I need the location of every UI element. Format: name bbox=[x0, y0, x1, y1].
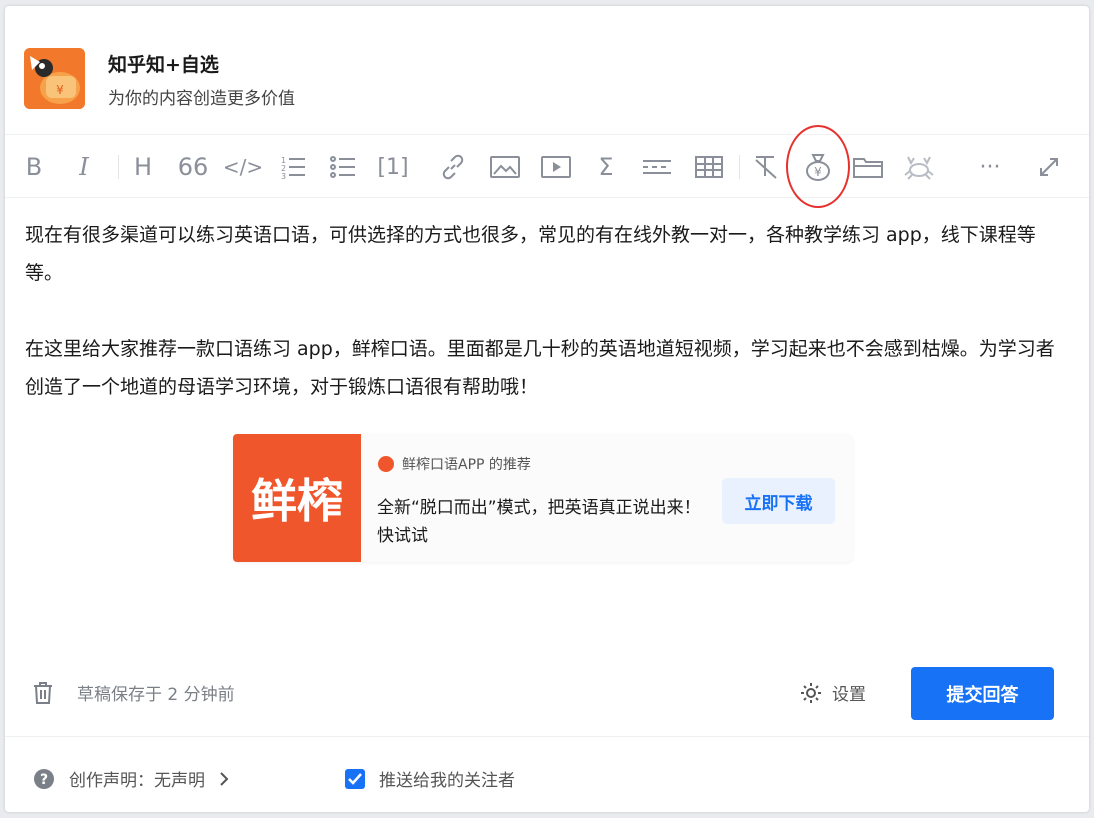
footnote-button[interactable]: [1] bbox=[373, 148, 413, 186]
table-button[interactable] bbox=[689, 148, 729, 186]
expand-button[interactable] bbox=[1029, 148, 1069, 186]
heading-button[interactable]: H bbox=[123, 148, 163, 186]
toolbar-separator bbox=[739, 155, 740, 179]
help-icon: ? bbox=[34, 768, 54, 789]
money-bag-icon: ¥ bbox=[806, 154, 830, 181]
paragraph: 现在有很多渠道可以练习英语口语，可供选择的方式也很多，常见的有在线外教一对一，各… bbox=[25, 224, 1036, 284]
ordered-list-button[interactable]: 123 bbox=[273, 148, 313, 186]
expand-icon bbox=[1040, 158, 1058, 176]
editor-header: ¥ 知乎知+自选 为你的内容创造更多价值 bbox=[5, 6, 1089, 134]
push-checkbox[interactable] bbox=[345, 768, 365, 789]
more-icon: ··· bbox=[979, 154, 1001, 180]
image-button[interactable] bbox=[485, 148, 525, 186]
formula-icon: Σ bbox=[598, 153, 614, 181]
chevron-right-icon bbox=[220, 771, 229, 786]
footer-divider bbox=[5, 736, 1089, 737]
trash-icon[interactable] bbox=[33, 681, 53, 704]
crab-icon bbox=[904, 156, 934, 180]
italic-icon: I bbox=[79, 153, 89, 181]
brand-dot-icon bbox=[378, 456, 394, 472]
settings-label: 设置 bbox=[832, 685, 866, 705]
gear-icon bbox=[801, 682, 821, 703]
table-icon bbox=[695, 156, 723, 178]
app-logo: ¥ bbox=[24, 48, 85, 109]
draft-status-text: 草稿保存于 2 分钟前 bbox=[77, 685, 235, 705]
bold-icon: B bbox=[25, 153, 43, 181]
link-icon bbox=[442, 154, 464, 180]
creation-declaration[interactable]: ? 创作声明：无声明 bbox=[33, 766, 229, 791]
app-slogan: 为你的内容创造更多价值 bbox=[108, 89, 295, 109]
footnote-icon: [1] bbox=[377, 154, 409, 180]
unordered-list-icon bbox=[330, 156, 355, 178]
folder-icon bbox=[853, 158, 883, 178]
promo-card-description: 全新“脱口而出”模式，把英语真正说出来！快试试 bbox=[377, 498, 701, 546]
svg-text:3: 3 bbox=[281, 172, 286, 179]
image-icon bbox=[490, 156, 520, 178]
clear-format-icon bbox=[755, 156, 777, 179]
settings-button[interactable]: 设置 bbox=[800, 680, 866, 705]
svg-text:?: ? bbox=[40, 772, 48, 788]
link-button[interactable] bbox=[433, 148, 473, 186]
folder-button[interactable] bbox=[848, 148, 888, 186]
crab-button[interactable] bbox=[899, 148, 939, 186]
paragraph: 在这里给大家推荐一款口语练习 app，鲜榨口语。里面都是几十秒的英语地道短视频，… bbox=[25, 338, 1055, 398]
money-bag-button[interactable]: ¥ bbox=[798, 148, 838, 186]
toolbar-separator bbox=[118, 155, 119, 179]
editor-content[interactable]: 现在有很多渠道可以练习英语口语，可供选择的方式也很多，常见的有在线外教一对一，各… bbox=[25, 216, 1065, 406]
promo-card-image: 鲜榨 bbox=[233, 434, 361, 562]
svg-text:¥: ¥ bbox=[56, 83, 64, 97]
promo-card-source-label: 鲜榨口语APP 的推荐 bbox=[402, 457, 531, 473]
editor-toolbar: B I H 66 </> 123 [1] Σ ¥ ··· bbox=[5, 134, 1089, 198]
divider-icon bbox=[643, 160, 671, 174]
code-icon: </> bbox=[222, 155, 264, 179]
app-name: 知乎知+自选 bbox=[108, 54, 219, 76]
draft-status: 草稿保存于 2 分钟前 bbox=[33, 680, 235, 705]
answer-editor: ¥ 知乎知+自选 为你的内容创造更多价值 B I H 66 </> 123 [1… bbox=[5, 6, 1089, 812]
italic-button[interactable]: I bbox=[64, 148, 104, 186]
formula-button[interactable]: Σ bbox=[586, 148, 626, 186]
submit-answer-button[interactable]: 提交回答 bbox=[911, 667, 1054, 720]
download-button[interactable]: 立即下载 bbox=[722, 478, 835, 524]
code-button[interactable]: </> bbox=[223, 148, 263, 186]
app-logo-illustration: ¥ bbox=[24, 48, 85, 109]
video-button[interactable] bbox=[536, 148, 576, 186]
declaration-label: 创作声明：无声明 bbox=[69, 771, 205, 791]
check-icon bbox=[348, 772, 362, 785]
video-icon bbox=[541, 156, 571, 178]
divider-button[interactable] bbox=[637, 148, 677, 186]
more-button[interactable]: ··· bbox=[970, 148, 1010, 186]
quote-button[interactable]: 66 bbox=[173, 148, 213, 186]
promo-card-source: 鲜榨口语APP 的推荐 bbox=[378, 454, 531, 474]
svg-text:¥: ¥ bbox=[814, 165, 822, 179]
heading-icon: H bbox=[133, 153, 153, 181]
push-label: 推送给我的关注者 bbox=[379, 771, 515, 791]
push-to-followers[interactable]: 推送给我的关注者 bbox=[345, 766, 515, 791]
bold-button[interactable]: B bbox=[14, 148, 54, 186]
unordered-list-button[interactable] bbox=[323, 148, 363, 186]
clear-format-button[interactable] bbox=[746, 148, 786, 186]
app-promo-card[interactable]: 鲜榨 鲜榨口语APP 的推荐 全新“脱口而出”模式，把英语真正说出来！快试试 立… bbox=[233, 434, 853, 562]
ordered-list-icon: 123 bbox=[281, 156, 305, 179]
quote-icon: 66 bbox=[177, 153, 209, 181]
